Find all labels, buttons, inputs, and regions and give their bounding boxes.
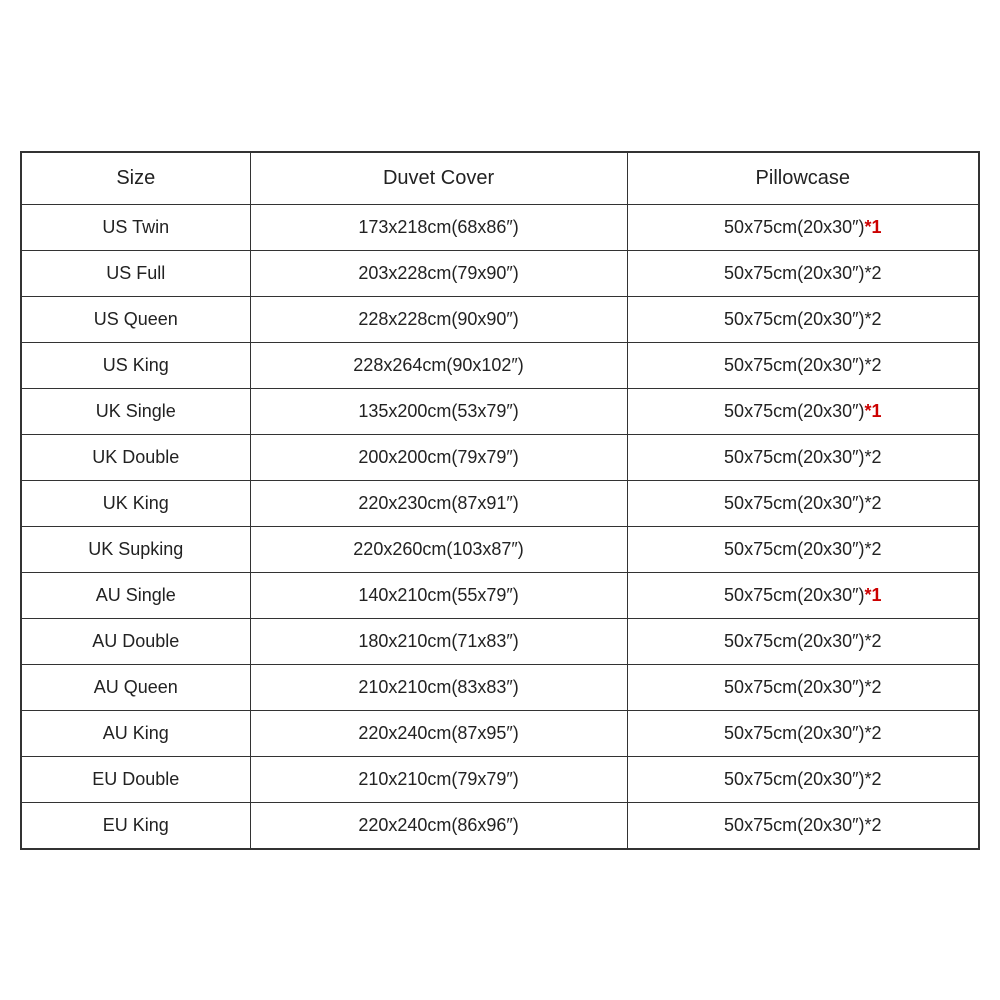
cell-duvet: 220x240cm(87x95″) <box>250 710 627 756</box>
cell-size: UK King <box>22 480 251 526</box>
cell-duvet: 200x200cm(79x79″) <box>250 434 627 480</box>
cell-pillowcase: 50x75cm(20x30″)*2 <box>627 756 978 802</box>
table-row: AU Single140x210cm(55x79″)50x75cm(20x30″… <box>22 572 979 618</box>
cell-pillowcase: 50x75cm(20x30″)*2 <box>627 296 978 342</box>
table-row: US Full203x228cm(79x90″)50x75cm(20x30″)*… <box>22 250 979 296</box>
cell-pillowcase: 50x75cm(20x30″)*2 <box>627 250 978 296</box>
cell-pillowcase: 50x75cm(20x30″)*2 <box>627 434 978 480</box>
cell-duvet: 228x264cm(90x102″) <box>250 342 627 388</box>
cell-size: US Twin <box>22 204 251 250</box>
cell-duvet: 180x210cm(71x83″) <box>250 618 627 664</box>
header-size: Size <box>22 152 251 204</box>
pillowcase-base-text: 50x75cm(20x30″) <box>724 401 864 421</box>
cell-pillowcase: 50x75cm(20x30″)*2 <box>627 710 978 756</box>
cell-duvet: 210x210cm(79x79″) <box>250 756 627 802</box>
cell-size: UK Double <box>22 434 251 480</box>
table-row: AU Double180x210cm(71x83″)50x75cm(20x30″… <box>22 618 979 664</box>
cell-duvet: 228x228cm(90x90″) <box>250 296 627 342</box>
cell-size: US Queen <box>22 296 251 342</box>
cell-pillowcase: 50x75cm(20x30″)*1 <box>627 572 978 618</box>
header-pillowcase: Pillowcase <box>627 152 978 204</box>
table-row: AU King220x240cm(87x95″)50x75cm(20x30″)*… <box>22 710 979 756</box>
cell-size: AU Single <box>22 572 251 618</box>
cell-pillowcase: 50x75cm(20x30″)*2 <box>627 618 978 664</box>
pillowcase-highlight-text: *1 <box>865 585 882 605</box>
cell-duvet: 210x210cm(83x83″) <box>250 664 627 710</box>
cell-size: UK Supking <box>22 526 251 572</box>
cell-size: EU Double <box>22 756 251 802</box>
cell-pillowcase: 50x75cm(20x30″)*1 <box>627 204 978 250</box>
cell-duvet: 203x228cm(79x90″) <box>250 250 627 296</box>
table-header-row: Size Duvet Cover Pillowcase <box>22 152 979 204</box>
table-row: EU Double210x210cm(79x79″)50x75cm(20x30″… <box>22 756 979 802</box>
cell-size: UK Single <box>22 388 251 434</box>
table-row: UK Double200x200cm(79x79″)50x75cm(20x30″… <box>22 434 979 480</box>
cell-duvet: 173x218cm(68x86″) <box>250 204 627 250</box>
cell-pillowcase: 50x75cm(20x30″)*2 <box>627 480 978 526</box>
cell-duvet: 220x260cm(103x87″) <box>250 526 627 572</box>
table-row: UK Supking220x260cm(103x87″)50x75cm(20x3… <box>22 526 979 572</box>
table-row: US Twin173x218cm(68x86″)50x75cm(20x30″)*… <box>22 204 979 250</box>
size-chart-table: Size Duvet Cover Pillowcase US Twin173x2… <box>21 152 979 849</box>
pillowcase-highlight-text: *1 <box>865 401 882 421</box>
cell-duvet: 135x200cm(53x79″) <box>250 388 627 434</box>
pillowcase-base-text: 50x75cm(20x30″) <box>724 217 864 237</box>
table-row: EU King220x240cm(86x96″)50x75cm(20x30″)*… <box>22 802 979 848</box>
table-row: UK Single135x200cm(53x79″)50x75cm(20x30″… <box>22 388 979 434</box>
cell-duvet: 140x210cm(55x79″) <box>250 572 627 618</box>
table-row: US King228x264cm(90x102″)50x75cm(20x30″)… <box>22 342 979 388</box>
cell-pillowcase: 50x75cm(20x30″)*1 <box>627 388 978 434</box>
header-duvet: Duvet Cover <box>250 152 627 204</box>
cell-pillowcase: 50x75cm(20x30″)*2 <box>627 802 978 848</box>
cell-size: EU King <box>22 802 251 848</box>
cell-size: US Full <box>22 250 251 296</box>
pillowcase-base-text: 50x75cm(20x30″) <box>724 585 864 605</box>
cell-size: AU Double <box>22 618 251 664</box>
pillowcase-highlight-text: *1 <box>865 217 882 237</box>
cell-duvet: 220x240cm(86x96″) <box>250 802 627 848</box>
cell-size: AU King <box>22 710 251 756</box>
size-chart-container: Size Duvet Cover Pillowcase US Twin173x2… <box>20 151 980 850</box>
cell-size: US King <box>22 342 251 388</box>
cell-pillowcase: 50x75cm(20x30″)*2 <box>627 526 978 572</box>
cell-pillowcase: 50x75cm(20x30″)*2 <box>627 342 978 388</box>
cell-duvet: 220x230cm(87x91″) <box>250 480 627 526</box>
table-row: UK King220x230cm(87x91″)50x75cm(20x30″)*… <box>22 480 979 526</box>
table-row: US Queen228x228cm(90x90″)50x75cm(20x30″)… <box>22 296 979 342</box>
cell-pillowcase: 50x75cm(20x30″)*2 <box>627 664 978 710</box>
table-row: AU Queen210x210cm(83x83″)50x75cm(20x30″)… <box>22 664 979 710</box>
cell-size: AU Queen <box>22 664 251 710</box>
